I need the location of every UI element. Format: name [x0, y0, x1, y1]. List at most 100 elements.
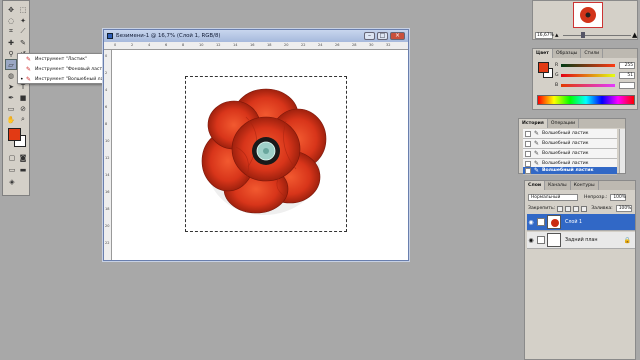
ruler-tick-label: 28	[352, 43, 357, 47]
eraser-tool-icon[interactable]: ▱	[5, 59, 17, 70]
crop-tool-icon[interactable]: ⌗	[6, 27, 16, 36]
standard-mode-icon[interactable]: ▢	[7, 153, 17, 162]
pen-tool-icon[interactable]: ✒	[6, 93, 16, 102]
history-state-current[interactable]: ✎ Волшебный ластик	[523, 167, 617, 175]
lock-transparency-icon[interactable]	[557, 205, 564, 212]
slice-tool-icon[interactable]: ⟋	[18, 27, 28, 36]
screen-mode-standard-icon[interactable]: ▭	[7, 165, 17, 174]
document-title: Безимени-1 @ 16,7% (Слой 1, RGB/8)	[116, 33, 221, 39]
layer-row-background[interactable]: ◉ Задний план 🔒	[527, 232, 635, 249]
zoom-out-icon[interactable]: ▴	[555, 31, 559, 39]
navigator-zoom-slider[interactable]	[563, 35, 631, 36]
history-snapshot-checkbox[interactable]	[525, 140, 531, 147]
history-snapshot-checkbox[interactable]	[525, 150, 531, 157]
foreground-color-swatch[interactable]	[8, 128, 21, 141]
hand-tool-icon[interactable]: ✋	[6, 115, 16, 124]
clone-stamp-icon[interactable]: ⚲	[6, 49, 16, 58]
history-snapshot-checkbox[interactable]	[525, 160, 531, 167]
tab-paths[interactable]: Контуры	[571, 181, 599, 190]
path-selection-icon[interactable]: ➤	[6, 82, 16, 91]
magic-eraser-icon: ✎	[25, 76, 32, 83]
zoom-tool-icon[interactable]: ⌕	[18, 115, 28, 124]
minimize-button[interactable]: –	[364, 32, 375, 40]
image-canvas[interactable]	[113, 51, 407, 260]
magic-wand-tool-icon[interactable]: ✦	[18, 16, 28, 25]
history-state[interactable]: ✎ Волшебный ластик	[523, 139, 617, 149]
red-value-field[interactable]: 255	[619, 62, 635, 69]
color-panel: Цвет Образцы Стили R 255 G 51 B	[532, 48, 638, 110]
history-panel: История Операции ✎ Волшебный ластик ✎ Во…	[518, 118, 626, 175]
document-window: Безимени-1 @ 16,7% (Слой 1, RGB/8) – □ ×…	[103, 29, 409, 261]
history-snapshot-checkbox[interactable]	[525, 130, 531, 137]
blue-channel-slider[interactable]	[561, 84, 615, 87]
visibility-eye-icon[interactable]: ◉	[527, 237, 535, 244]
ruler-tick-label: 14	[105, 173, 110, 177]
lock-all-icon[interactable]	[581, 205, 588, 212]
layer-link-box[interactable]	[537, 218, 545, 226]
zoom-in-icon[interactable]: ▲	[632, 31, 637, 39]
document-titlebar[interactable]: Безимени-1 @ 16,7% (Слой 1, RGB/8) – □ ×	[104, 30, 408, 42]
move-tool-icon[interactable]: ✥	[6, 5, 16, 14]
layer-row-layer1[interactable]: ◉ Слой 1	[527, 214, 635, 231]
blue-value-field[interactable]	[619, 82, 635, 89]
layer-thumbnail	[547, 215, 561, 229]
poppy-flower-image	[201, 88, 327, 215]
layers-panel-tabs: Слои Каналы Контуры	[525, 181, 635, 190]
ruler-tick-label: 18	[105, 207, 110, 211]
history-panel-tabs: История Операции	[519, 119, 625, 128]
tab-layers[interactable]: Слои	[525, 181, 546, 190]
color-spectrum-ramp[interactable]	[537, 95, 635, 105]
layer-options-row: Нормальный Непрозр.: 100%	[528, 193, 634, 202]
tab-color[interactable]: Цвет	[533, 49, 553, 58]
lock-icon: 🔒	[623, 236, 631, 244]
navigator-zoom-field[interactable]: 16,67%	[535, 32, 554, 39]
red-channel-slider[interactable]	[561, 64, 615, 67]
shape-tool-icon[interactable]: ■	[18, 93, 28, 102]
marquee-tool-icon[interactable]: ⬚	[18, 5, 28, 14]
layer-lock-row: Закрепить: Заливка: 100%	[528, 205, 632, 212]
ruler-tick-label: 10	[105, 139, 110, 143]
history-state[interactable]: ✎ Волшебный ластик	[523, 149, 617, 159]
ruler-tick-label: 22	[301, 43, 306, 47]
screen-mode-full-icon[interactable]: ▬	[18, 165, 28, 174]
opacity-field[interactable]: 100%	[610, 194, 627, 201]
eyedropper-tool-icon[interactable]: ⊘	[18, 104, 28, 113]
lock-position-icon[interactable]	[573, 205, 580, 212]
fill-field[interactable]: 100%	[615, 205, 632, 212]
ruler-tick-label: 18	[267, 43, 272, 47]
ruler-tick-label: 2	[131, 43, 134, 47]
brush-tool-icon[interactable]: ✎	[18, 38, 28, 47]
ruler-tick-label: 20	[284, 43, 289, 47]
history-snapshot-checkbox[interactable]	[525, 167, 531, 174]
tab-history[interactable]: История	[519, 119, 548, 128]
quick-mask-icon[interactable]: ◙	[18, 153, 28, 162]
lock-pixels-icon[interactable]	[565, 205, 572, 212]
background-eraser-icon: ✎	[25, 66, 32, 73]
ruler-tick-label: 12	[105, 156, 110, 160]
color-panel-foreground-swatch[interactable]	[538, 62, 549, 73]
green-channel-slider[interactable]	[561, 74, 615, 77]
visibility-eye-icon[interactable]: ◉	[527, 219, 535, 226]
lasso-tool-icon[interactable]: ◌	[6, 16, 16, 25]
green-value-field[interactable]: 51	[619, 72, 635, 79]
eraser-icon: ✎	[25, 56, 32, 63]
tab-channels[interactable]: Каналы	[545, 181, 571, 190]
color-panel-tabs: Цвет Образцы Стили	[533, 49, 637, 58]
tab-actions[interactable]: Операции	[548, 119, 580, 128]
jump-to-imageready-icon[interactable]: ◈	[7, 177, 17, 186]
blend-mode-select[interactable]: Нормальный	[528, 194, 578, 201]
blur-tool-icon[interactable]: ◍	[6, 71, 16, 80]
tab-swatches[interactable]: Образцы	[553, 49, 582, 58]
layer-link-box[interactable]	[537, 236, 545, 244]
close-button[interactable]: ×	[390, 32, 405, 40]
history-state[interactable]: ✎ Волшебный ластик	[523, 129, 617, 139]
maximize-button[interactable]: □	[377, 32, 388, 40]
tab-styles[interactable]: Стили	[581, 49, 604, 58]
ruler-tick-label: 6	[165, 43, 168, 47]
notes-tool-icon[interactable]: ▭	[6, 104, 16, 113]
healing-brush-icon[interactable]: ✚	[6, 38, 16, 47]
navigator-thumbnail[interactable]	[573, 2, 603, 28]
ruler-tick-label: 8	[105, 122, 108, 126]
zoom-slider-knob[interactable]	[581, 32, 585, 38]
history-scrollbar[interactable]	[619, 129, 625, 173]
